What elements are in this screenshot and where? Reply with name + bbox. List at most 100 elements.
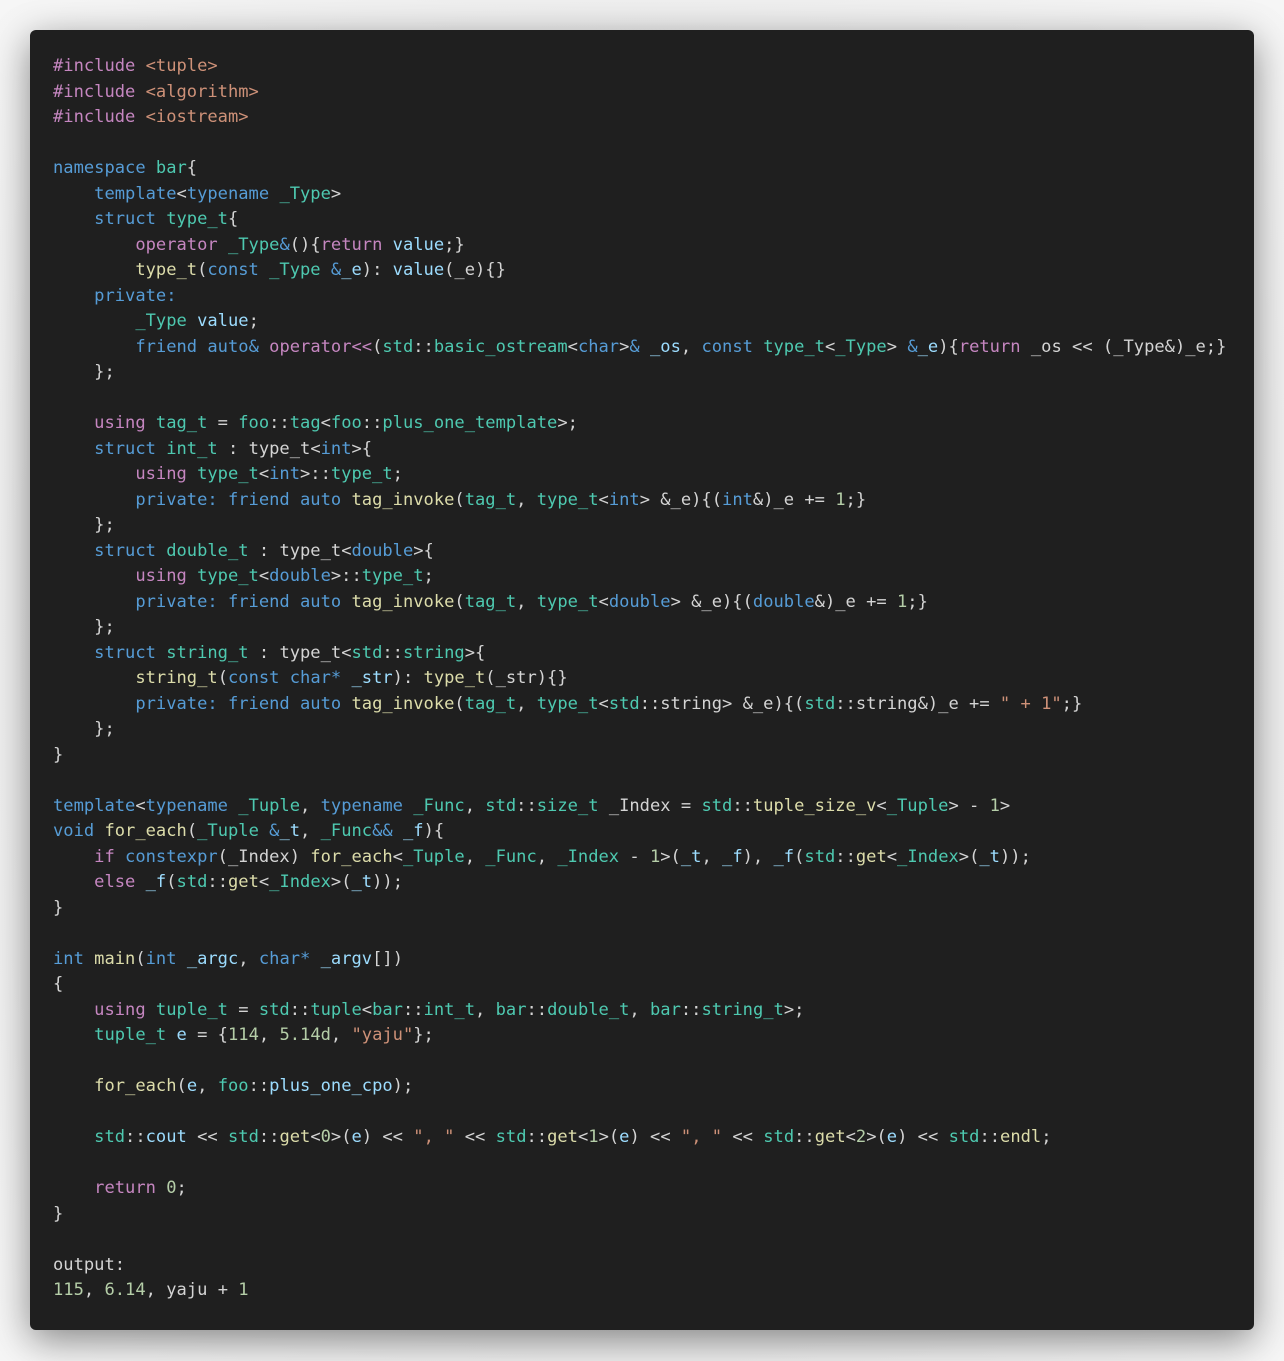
code-token: double bbox=[269, 566, 331, 586]
code-token: < bbox=[341, 642, 352, 663]
code-line: struct string_t : type_t<std::string>{ bbox=[53, 641, 1226, 667]
code-token: < bbox=[176, 183, 187, 204]
code-token: get bbox=[279, 1127, 311, 1147]
code-token: < bbox=[392, 846, 403, 867]
code-token: , bbox=[536, 846, 558, 867]
code-token: tag_invoke bbox=[351, 489, 455, 510]
code-token: foo bbox=[330, 413, 362, 433]
code-line: struct type_t{ bbox=[53, 207, 1226, 233]
code-token: std bbox=[804, 693, 836, 714]
code-token: }; bbox=[94, 719, 115, 739]
code-token: , bbox=[300, 821, 321, 841]
code-token: operator bbox=[135, 234, 228, 255]
code-token: _argc bbox=[186, 948, 239, 969]
code-token: &)_e += bbox=[814, 591, 897, 612]
code-token: _Func bbox=[485, 846, 537, 867]
code-token: , bbox=[629, 999, 651, 1020]
code-token: < bbox=[258, 872, 270, 892]
code-token: _Index bbox=[557, 846, 620, 867]
code-token: > bbox=[330, 183, 342, 204]
code-token: ) << bbox=[361, 1127, 414, 1147]
code-token: >; bbox=[557, 413, 578, 433]
code-token: :: bbox=[402, 999, 424, 1020]
code-token: 1 bbox=[835, 489, 846, 510]
code-token: &)_e += bbox=[752, 489, 836, 510]
code-token: std bbox=[94, 1127, 126, 1147]
code-token: std bbox=[495, 1127, 527, 1147]
code-line: }; bbox=[53, 615, 1226, 641]
code-token: << bbox=[186, 1127, 228, 1147]
code-token: _Index bbox=[269, 872, 331, 892]
code-token: tag bbox=[289, 413, 321, 433]
code-token: 0 bbox=[166, 1178, 177, 1198]
code-token: :: bbox=[526, 999, 548, 1020]
code-token: :: bbox=[125, 1127, 146, 1147]
code-token: e bbox=[186, 1076, 198, 1096]
code-line: struct int_t : type_t<int>{ bbox=[53, 437, 1226, 463]
code-token: < bbox=[598, 489, 609, 510]
code-token: _os bbox=[650, 336, 681, 357]
code-token: string_t bbox=[135, 668, 218, 688]
code-token: main bbox=[94, 948, 136, 969]
code-token: > bbox=[999, 795, 1011, 816]
code-line: private: friend auto tag_invoke(tag_t, t… bbox=[53, 590, 1226, 616]
code-token: "yaju" bbox=[351, 1025, 414, 1045]
code-token: >:: bbox=[330, 566, 362, 586]
code-token: (_Index) bbox=[217, 846, 311, 867]
code-token: string bbox=[402, 642, 465, 663]
code-token: private: bbox=[135, 591, 228, 612]
code-token: > - bbox=[948, 795, 990, 816]
code-token: * bbox=[330, 668, 352, 688]
code-token: double bbox=[608, 591, 671, 612]
code-token: typename bbox=[186, 183, 280, 204]
code-token: : bbox=[248, 540, 280, 561]
code-token: , bbox=[258, 1025, 280, 1045]
code-line: } bbox=[53, 1202, 1226, 1228]
code-token: _Type bbox=[269, 260, 331, 280]
code-line: tuple_t e = {114, 5.14d, "yaju"}; bbox=[53, 1023, 1226, 1049]
code-token: yaju + bbox=[166, 1280, 239, 1300]
code-token: = { bbox=[186, 1025, 228, 1045]
code-token: < bbox=[567, 336, 578, 357]
code-token: const bbox=[701, 336, 764, 357]
code-token: }; bbox=[94, 617, 115, 637]
code-block: #include <tuple> #include <algorithm> #inc… bbox=[53, 54, 1226, 1304]
code-token: : bbox=[248, 642, 280, 663]
code-token: output: bbox=[53, 1254, 126, 1275]
code-token: (_e){} bbox=[444, 260, 506, 280]
code-token: namespace bbox=[53, 158, 156, 178]
code-token: ), bbox=[742, 846, 774, 867]
code-token: < bbox=[320, 413, 331, 433]
code-token: ; bbox=[1041, 1127, 1052, 1147]
code-token: " + 1" bbox=[999, 693, 1062, 714]
code-line: { bbox=[53, 972, 1226, 998]
code-line: private: friend auto tag_invoke(tag_t, t… bbox=[53, 692, 1226, 718]
code-token: std bbox=[382, 336, 414, 357]
code-token: & bbox=[629, 336, 650, 357]
code-token: , bbox=[680, 336, 702, 357]
code-token: ::string&)_e += bbox=[835, 693, 1000, 714]
code-token: #include bbox=[53, 56, 146, 76]
code-token: for_each bbox=[94, 1076, 177, 1096]
code-token: for_each bbox=[310, 846, 393, 867]
code-token: 2 bbox=[855, 1127, 867, 1147]
code-token: < bbox=[135, 795, 146, 816]
code-line: } bbox=[53, 743, 1226, 769]
code-token: _Tuple bbox=[886, 795, 949, 816]
code-token: < bbox=[598, 591, 609, 612]
